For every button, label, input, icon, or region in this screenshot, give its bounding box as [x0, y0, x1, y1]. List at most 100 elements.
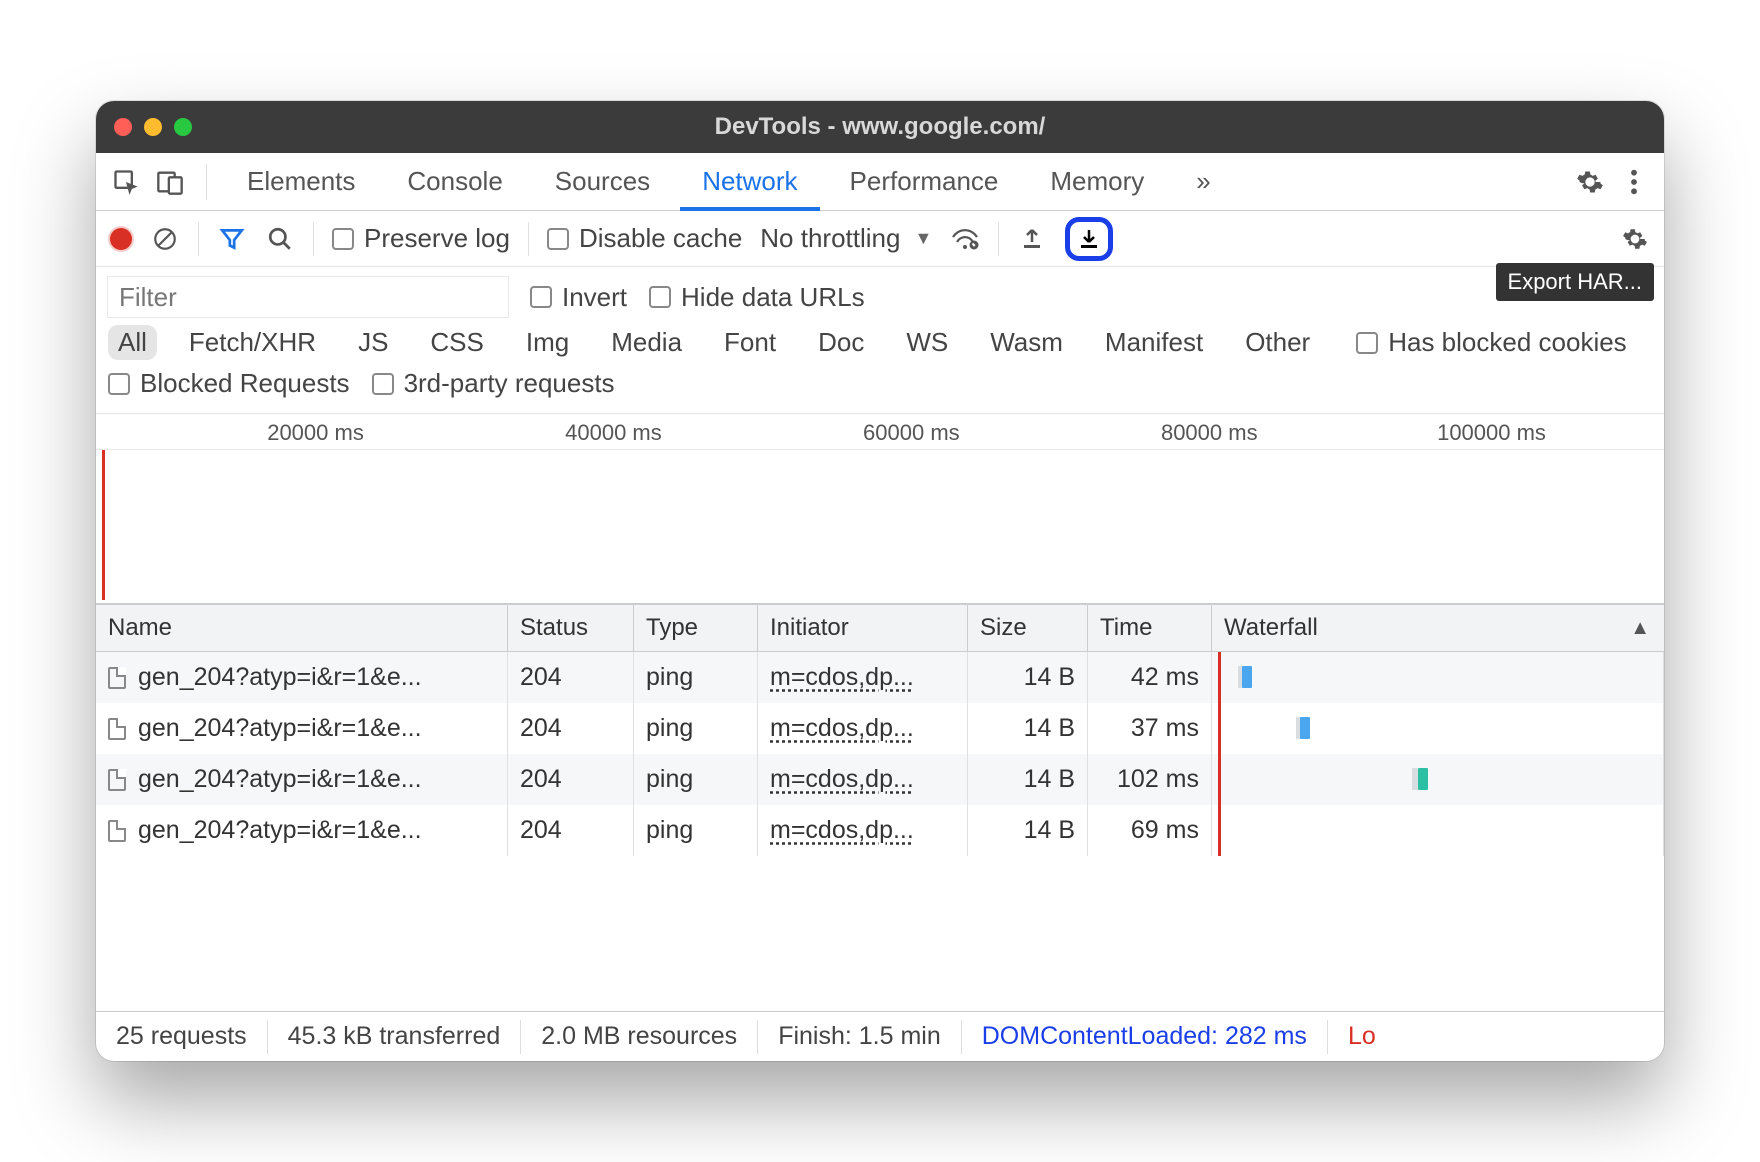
waterfall-load-marker [1218, 805, 1221, 856]
network-toolbar: Preserve log Disable cache No throttling… [96, 211, 1664, 267]
disable-cache-label: Disable cache [579, 223, 742, 254]
import-har-icon[interactable] [1017, 224, 1047, 254]
inspect-element-icon[interactable] [108, 164, 144, 200]
export-har-highlight [1065, 217, 1113, 261]
has-blocked-cookies-checkbox[interactable]: Has blocked cookies [1356, 327, 1626, 358]
waterfall-load-marker [1218, 652, 1221, 703]
cell-type: ping [634, 754, 758, 805]
filter-type-wasm[interactable]: Wasm [980, 325, 1073, 360]
filter-type-other[interactable]: Other [1235, 325, 1320, 360]
overview-timeline[interactable]: 20000 ms40000 ms60000 ms80000 ms100000 m… [96, 414, 1664, 604]
col-time[interactable]: Time [1088, 605, 1212, 651]
table-row[interactable]: gen_204?atyp=i&r=1&e...204pingm=cdos,dp.… [96, 805, 1664, 856]
filter-type-font[interactable]: Font [714, 325, 786, 360]
cell-initiator[interactable]: m=cdos,dp... [758, 805, 968, 856]
cell-type: ping [634, 703, 758, 754]
tab-console[interactable]: Console [385, 153, 524, 211]
network-settings-gear-icon[interactable] [1620, 224, 1650, 254]
throttling-select[interactable]: No throttling ▼ [760, 223, 932, 254]
device-toolbar-icon[interactable] [152, 164, 188, 200]
devtools-window: DevTools - www.google.com/ ElementsConso… [96, 101, 1664, 1061]
clear-icon[interactable] [150, 224, 180, 254]
filter-type-js[interactable]: JS [348, 325, 398, 360]
cell-name: gen_204?atyp=i&r=1&e... [96, 652, 508, 703]
separator [528, 222, 529, 256]
file-icon [108, 667, 126, 689]
invert-checkbox[interactable]: Invert [530, 282, 627, 313]
close-window-button[interactable] [114, 118, 132, 136]
timeline-tick: 20000 ms [267, 420, 364, 446]
tab-memory[interactable]: Memory [1028, 153, 1166, 211]
waterfall-load-marker [1218, 703, 1221, 754]
minimize-window-button[interactable] [144, 118, 162, 136]
third-party-label: 3rd-party requests [404, 368, 615, 399]
col-type[interactable]: Type [634, 605, 758, 651]
table-row[interactable]: gen_204?atyp=i&r=1&e...204pingm=cdos,dp.… [96, 652, 1664, 703]
export-har-icon[interactable] [1074, 224, 1104, 254]
filter-type-ws[interactable]: WS [896, 325, 958, 360]
cell-size: 14 B [968, 754, 1088, 805]
hide-data-urls-checkbox[interactable]: Hide data URLs [649, 282, 865, 313]
overflow-tabs-button[interactable]: » [1174, 153, 1232, 211]
cell-waterfall [1212, 805, 1664, 856]
cell-status: 204 [508, 652, 634, 703]
has-blocked-cookies-label: Has blocked cookies [1388, 327, 1626, 358]
zoom-window-button[interactable] [174, 118, 192, 136]
col-waterfall[interactable]: Waterfall▲ [1212, 605, 1664, 651]
preserve-log-label: Preserve log [364, 223, 510, 254]
cell-name: gen_204?atyp=i&r=1&e... [96, 754, 508, 805]
cell-size: 14 B [968, 652, 1088, 703]
stat-finish: Finish: 1.5 min [758, 1020, 962, 1054]
disable-cache-checkbox[interactable]: Disable cache [547, 223, 742, 254]
waterfall-bar [1242, 666, 1252, 688]
table-row[interactable]: gen_204?atyp=i&r=1&e...204pingm=cdos,dp.… [96, 703, 1664, 754]
tab-performance[interactable]: Performance [828, 153, 1021, 211]
kebab-menu-icon[interactable] [1616, 164, 1652, 200]
stat-transferred: 45.3 kB transferred [268, 1020, 522, 1054]
col-initiator[interactable]: Initiator [758, 605, 968, 651]
cell-type: ping [634, 805, 758, 856]
filter-type-media[interactable]: Media [601, 325, 692, 360]
panel-tabbar: ElementsConsoleSourcesNetworkPerformance… [96, 153, 1664, 211]
stat-resources: 2.0 MB resources [521, 1020, 758, 1054]
table-row[interactable]: gen_204?atyp=i&r=1&e...204pingm=cdos,dp.… [96, 754, 1664, 805]
cell-status: 204 [508, 703, 634, 754]
filter-type-doc[interactable]: Doc [808, 325, 874, 360]
search-icon[interactable] [265, 224, 295, 254]
hide-data-urls-label: Hide data URLs [681, 282, 865, 313]
tab-network[interactable]: Network [680, 153, 819, 211]
blocked-requests-checkbox[interactable]: Blocked Requests [108, 368, 350, 399]
filter-input[interactable]: Filter [108, 277, 508, 317]
file-icon [108, 718, 126, 740]
record-button[interactable] [110, 228, 132, 250]
tab-elements[interactable]: Elements [225, 153, 377, 211]
timeline-tick: 80000 ms [1161, 420, 1258, 446]
preserve-log-checkbox[interactable]: Preserve log [332, 223, 510, 254]
settings-gear-icon[interactable] [1572, 164, 1608, 200]
cell-time: 37 ms [1088, 703, 1212, 754]
filter-type-img[interactable]: Img [516, 325, 579, 360]
cell-initiator[interactable]: m=cdos,dp... [758, 754, 968, 805]
separator [206, 164, 207, 200]
titlebar: DevTools - www.google.com/ [96, 101, 1664, 153]
col-name[interactable]: Name [96, 605, 508, 651]
filter-type-fetch-xhr[interactable]: Fetch/XHR [179, 325, 326, 360]
filter-funnel-icon[interactable] [217, 224, 247, 254]
waterfall-bar [1300, 717, 1310, 739]
file-icon [108, 769, 126, 791]
filter-type-css[interactable]: CSS [420, 325, 493, 360]
filter-bar: Filter Invert Hide data URLs All Fetch/XH… [96, 267, 1664, 414]
filter-type-manifest[interactable]: Manifest [1095, 325, 1213, 360]
cell-waterfall [1212, 754, 1664, 805]
third-party-checkbox[interactable]: 3rd-party requests [372, 368, 615, 399]
cell-initiator[interactable]: m=cdos,dp... [758, 703, 968, 754]
cell-waterfall [1212, 652, 1664, 703]
separator [313, 222, 314, 256]
chevron-down-icon: ▼ [914, 228, 932, 249]
col-size[interactable]: Size [968, 605, 1088, 651]
cell-initiator[interactable]: m=cdos,dp... [758, 652, 968, 703]
filter-type-all[interactable]: All [108, 325, 157, 360]
network-conditions-icon[interactable] [950, 224, 980, 254]
tab-sources[interactable]: Sources [533, 153, 672, 211]
col-status[interactable]: Status [508, 605, 634, 651]
